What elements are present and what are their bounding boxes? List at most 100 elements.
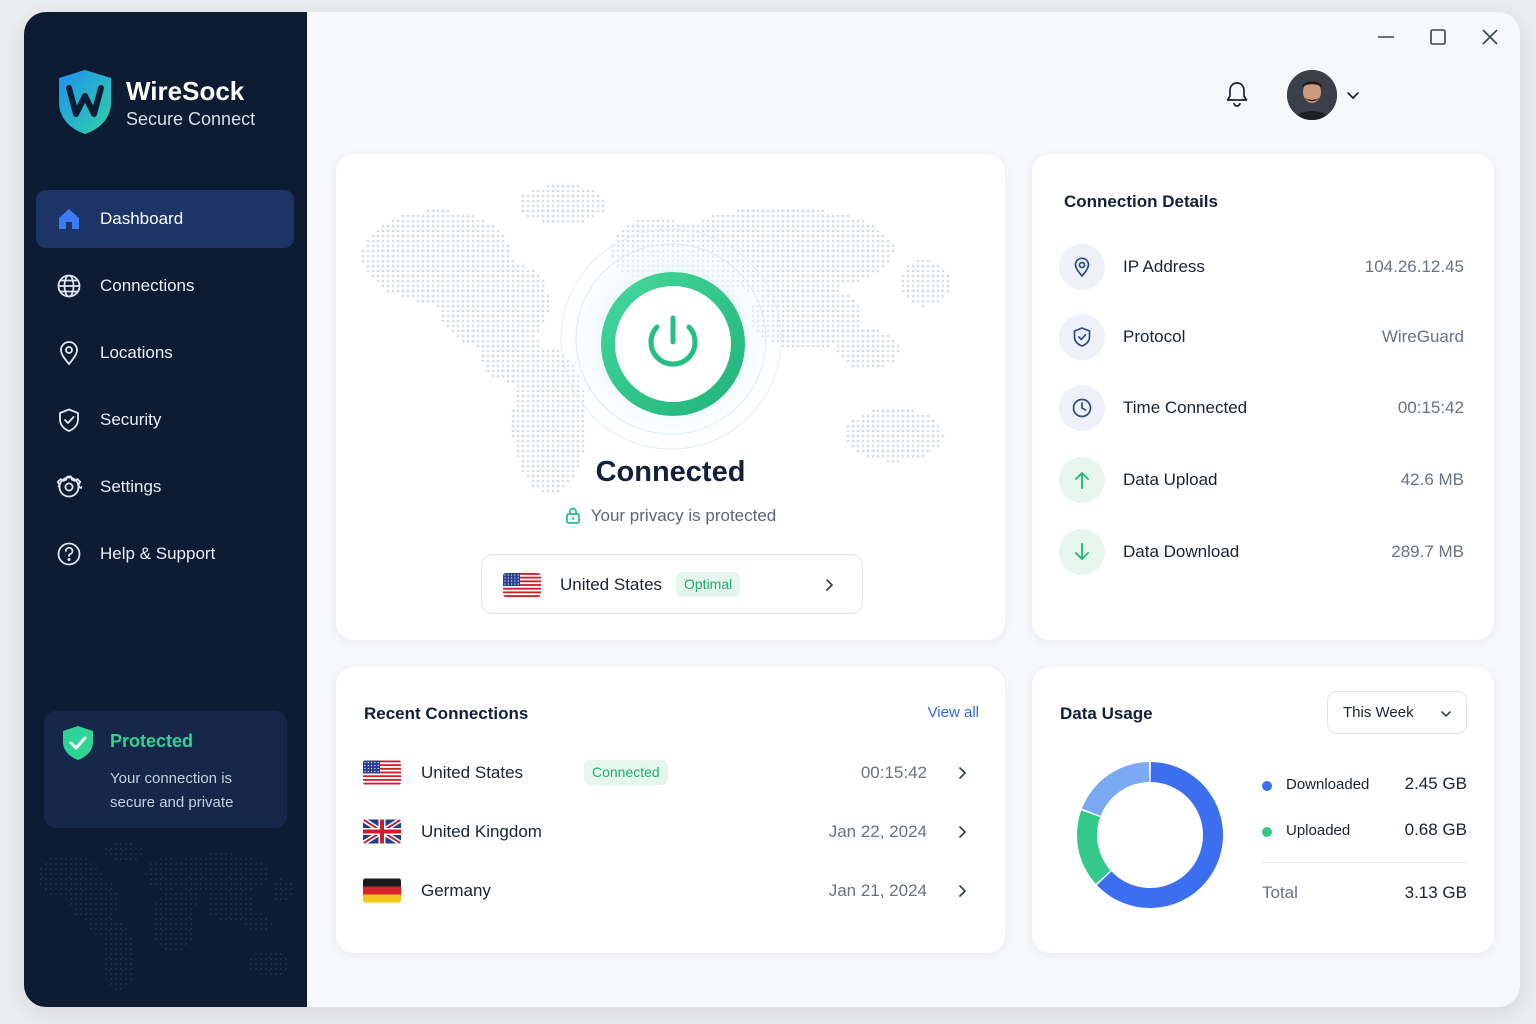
app-subtitle: Secure Connect [126, 109, 256, 129]
legend-uploaded: Uploaded 0.68 GB [1262, 819, 1467, 843]
brand: WireSock Secure Connect [56, 68, 296, 138]
detail-row-protocol: Protocol WireGuard [1059, 314, 1464, 362]
legend-downloaded: Downloaded 2.45 GB [1262, 773, 1467, 797]
uk-flag-icon [363, 819, 401, 844]
location-name: United States [560, 575, 663, 594]
privacy-text: Your privacy is protected [590, 506, 777, 525]
data-usage-title: Data Usage [1060, 704, 1153, 723]
shield-check-icon [1059, 314, 1105, 360]
recent-time: 00:15:42 [860, 763, 927, 782]
chevron-right-icon [959, 885, 967, 897]
minimize-icon[interactable] [1375, 26, 1397, 48]
donut-segment [1077, 810, 1111, 884]
sidebar-item-label: Connections [100, 276, 195, 295]
location-pin-icon [1059, 244, 1105, 290]
detail-label: IP Address [1123, 257, 1205, 276]
protection-status-card: Protected Your connection is secure and … [44, 711, 287, 828]
location-pin-icon [56, 340, 82, 366]
detail-value: 00:15:42 [1397, 398, 1464, 417]
globe-icon [56, 273, 82, 299]
view-all-link[interactable]: View all [928, 704, 979, 721]
sidebar-item-dashboard[interactable]: Dashboard [36, 190, 294, 248]
maximize-icon[interactable] [1427, 26, 1449, 48]
sidebar-item-label: Locations [100, 343, 173, 362]
arrow-down-icon [1059, 529, 1105, 575]
recent-connections-card: Recent Connections View all United State… [336, 667, 1005, 953]
chevron-right-icon [826, 579, 834, 591]
time-range-dropdown[interactable]: This Week [1327, 691, 1467, 734]
recent-country: Germany [421, 881, 491, 900]
legend-label: Downloaded [1286, 776, 1370, 793]
downloaded-dot [1262, 781, 1272, 791]
location-selector[interactable]: United States Optimal [481, 554, 863, 614]
detail-label: Protocol [1123, 327, 1186, 346]
time-range-value: This Week [1343, 704, 1414, 721]
recent-connections-title: Recent Connections [364, 704, 529, 723]
protection-status-text: Your connection is secure and private [110, 770, 234, 811]
chevron-down-icon[interactable] [1346, 88, 1360, 102]
recent-country: United States [421, 763, 524, 782]
recent-row-uk[interactable]: United Kingdom Jan 22, 2024 [363, 813, 983, 853]
connection-status-title: Connected [595, 456, 746, 488]
detail-row-time: Time Connected 00:15:42 [1059, 385, 1464, 433]
sidebar-item-label: Help & Support [100, 544, 216, 563]
recent-country: United Kingdom [421, 822, 542, 841]
legend-label: Uploaded [1286, 822, 1351, 839]
detail-value: 104.26.12.45 [1364, 257, 1464, 276]
detail-value: WireGuard [1381, 327, 1464, 346]
user-avatar[interactable] [1287, 70, 1337, 120]
germany-flag-icon [363, 878, 401, 903]
donut-segment [1081, 762, 1150, 816]
chevron-right-icon [959, 826, 967, 838]
total-label: Total [1262, 883, 1298, 902]
legend-value: 0.68 GB [1404, 820, 1467, 839]
sidebar-item-label: Dashboard [100, 209, 184, 228]
detail-label: Data Upload [1123, 470, 1218, 489]
us-flag-icon [363, 760, 401, 785]
connection-status-card: Connected Your privacy is protected Unit… [336, 154, 1005, 640]
detail-row-upload: Data Upload 42.6 MB [1059, 457, 1464, 505]
gear-icon [56, 474, 82, 500]
recent-time: Jan 21, 2024 [828, 881, 927, 900]
shield-check-icon [63, 726, 93, 760]
sidebar-item-help[interactable]: Help & Support [36, 525, 294, 583]
connection-status-subtitle: Your privacy is protected [336, 506, 1005, 526]
power-button[interactable] [601, 272, 745, 416]
clock-icon [1059, 385, 1105, 431]
recent-time: Jan 22, 2024 [828, 822, 927, 841]
world-map-decoration [40, 843, 292, 990]
sidebar-nav: Dashboard Connections Locations Security [36, 190, 294, 592]
app-name: WireSock [126, 76, 245, 106]
detail-value: 289.7 MB [1391, 542, 1464, 561]
connection-details-card: Connection Details IP Address 104.26.12.… [1032, 154, 1494, 640]
detail-row-ip: IP Address 104.26.12.45 [1059, 244, 1464, 292]
sidebar-item-settings[interactable]: Settings [36, 458, 294, 516]
home-icon [56, 206, 82, 232]
detail-value: 42.6 MB [1400, 470, 1464, 489]
optimal-badge: Optimal [676, 572, 741, 597]
connection-details-title: Connection Details [1064, 192, 1218, 211]
legend-value: 2.45 GB [1404, 774, 1467, 793]
sidebar-item-security[interactable]: Security [36, 391, 294, 449]
chevron-down-icon [1441, 711, 1451, 718]
total-value: 3.13 GB [1404, 883, 1467, 902]
uploaded-dot [1262, 827, 1272, 837]
help-circle-icon [56, 541, 82, 567]
data-usage-donut [1077, 762, 1223, 908]
close-icon[interactable] [1479, 26, 1501, 48]
app-window: WireSock Secure Connect Dashboard Connec… [24, 12, 1520, 1007]
recent-row-de[interactable]: Germany Jan 21, 2024 [363, 872, 983, 912]
recent-row-us[interactable]: United States Connected 00:15:42 [363, 754, 983, 794]
sidebar: WireSock Secure Connect Dashboard Connec… [24, 12, 307, 1007]
data-usage-card: Data Usage This Week Downloaded 2.45 GB … [1032, 667, 1494, 953]
shield-check-icon [56, 407, 82, 433]
sidebar-item-connections[interactable]: Connections [36, 257, 294, 315]
lock-icon [565, 507, 580, 524]
sidebar-item-locations[interactable]: Locations [36, 324, 294, 382]
arrow-up-icon [1059, 457, 1105, 503]
chevron-right-icon [959, 767, 967, 779]
us-flag-icon [503, 573, 541, 597]
sidebar-item-label: Security [100, 410, 162, 429]
notification-bell-icon[interactable] [1224, 80, 1250, 108]
detail-row-download: Data Download 289.7 MB [1059, 529, 1464, 577]
